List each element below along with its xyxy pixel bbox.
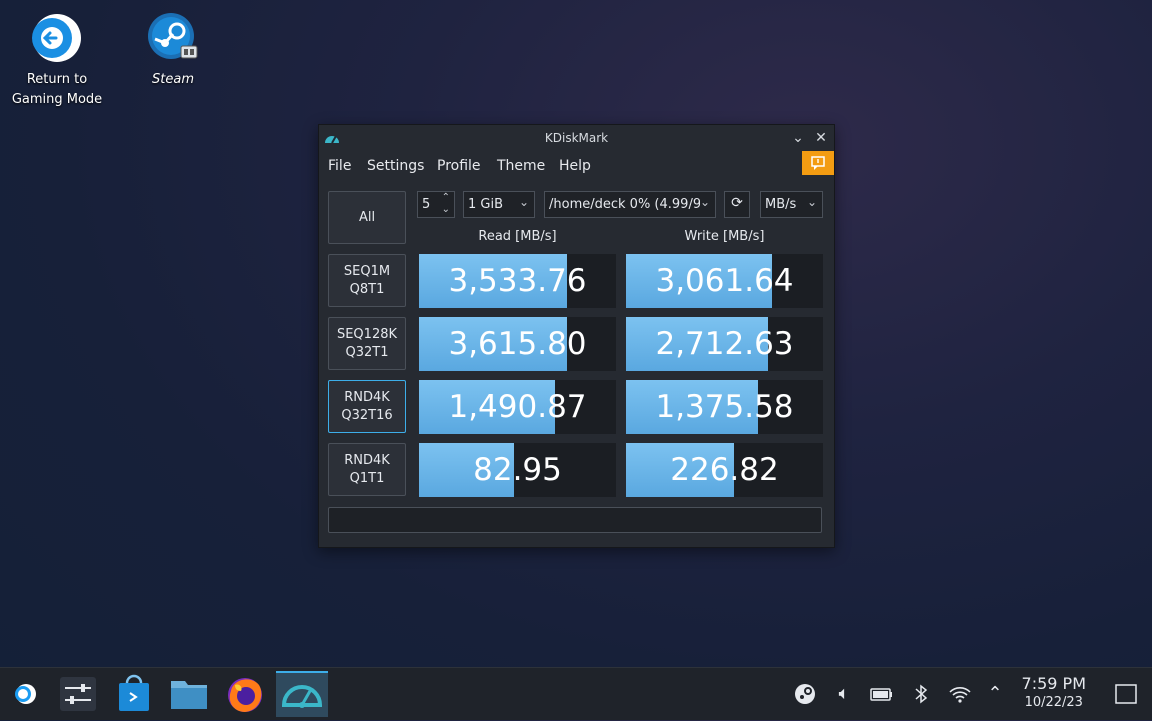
run-all-button[interactable]: All	[328, 191, 406, 244]
write-result-cell: 1,375.58	[626, 380, 823, 434]
launcher-button[interactable]	[2, 671, 50, 717]
wifi-icon[interactable]	[948, 682, 972, 706]
spin-arrows-icon[interactable]: ⌃ ⌄	[442, 192, 450, 216]
folder-icon	[171, 681, 207, 709]
unit-select[interactable]: MB/s ⌄	[760, 191, 823, 218]
task-firefox[interactable]	[221, 671, 269, 717]
return-gaming-icon	[31, 12, 83, 64]
chevron-down-icon: ⌄	[518, 195, 529, 209]
size-value: 1 GiB	[468, 197, 504, 212]
close-icon[interactable]: ✕	[811, 128, 831, 148]
menu-profile[interactable]: Profile	[437, 158, 481, 174]
write-result-cell: 226.82	[626, 443, 823, 497]
steam-icon	[147, 12, 199, 64]
write-result-value: 226.82	[670, 452, 779, 488]
kdiskmark-window: KDiskMark ⌄ ✕ File Settings Profile Them…	[318, 124, 835, 548]
status-bar	[328, 507, 822, 533]
task-discover[interactable]	[110, 671, 158, 717]
read-result-value: 3,615.80	[448, 326, 587, 362]
chevron-down-icon: ⌄	[699, 195, 710, 209]
menu-theme[interactable]: Theme	[497, 158, 545, 174]
task-system-settings[interactable]	[54, 671, 102, 717]
menu-help[interactable]: Help	[559, 158, 591, 174]
read-result-cell: 82.95	[419, 443, 616, 497]
write-result-value: 2,712.63	[655, 326, 794, 362]
write-column-header: Write [MB/s]	[684, 229, 765, 244]
write-result-cell: 2,712.63	[626, 317, 823, 371]
read-result-value: 82.95	[473, 452, 562, 488]
write-result-value: 1,375.58	[655, 389, 794, 425]
clock-date: 10/22/23	[1024, 695, 1083, 710]
target-select[interactable]: /home/deck 0% (4.99/91 ⌄	[544, 191, 716, 218]
battery-icon[interactable]	[870, 682, 894, 706]
desktop-icon-return-gaming[interactable]: Return to Gaming Mode	[2, 0, 112, 110]
settings-sliders-icon	[60, 677, 96, 711]
task-file-manager[interactable]	[165, 671, 213, 717]
test-button-seq1m-q8t1[interactable]: SEQ1M Q8T1	[328, 254, 406, 307]
read-result-cell: 3,615.80	[419, 317, 616, 371]
read-column-header: Read [MB/s]	[478, 229, 557, 244]
read-result-cell: 3,533.76	[419, 254, 616, 308]
tray-expand-chevron-icon[interactable]: ⌃	[983, 682, 1007, 706]
count-value: 5	[422, 197, 431, 212]
title-bar[interactable]: KDiskMark ⌄ ✕	[319, 125, 834, 151]
desktop-icon-steam[interactable]: Steam	[118, 0, 228, 90]
desktop-icon-label: Return to Gaming Mode	[11, 72, 103, 107]
clock[interactable]: 7:59 PM 10/22/23	[1022, 674, 1086, 712]
volume-icon[interactable]: 🔈︎	[832, 682, 856, 706]
bluetooth-icon[interactable]	[909, 682, 933, 706]
read-result-value: 1,490.87	[448, 389, 587, 425]
test-button-rnd4k-q32t16[interactable]: RND4K Q32T16	[328, 380, 406, 433]
chevron-down-icon: ⌄	[806, 195, 817, 209]
clock-time: 7:59 PM	[1021, 674, 1086, 693]
feedback-icon	[811, 156, 825, 170]
target-value: /home/deck 0% (4.99/91	[549, 197, 710, 212]
discover-store-icon	[119, 674, 149, 711]
steamdeck-launcher-icon	[15, 684, 36, 704]
refresh-icon: ⟳	[731, 195, 743, 211]
task-kdiskmark[interactable]	[276, 671, 328, 717]
firefox-icon	[228, 678, 262, 712]
show-desktop-icon[interactable]	[1114, 682, 1138, 706]
test-button-seq128k-q32t1[interactable]: SEQ128K Q32T1	[328, 317, 406, 370]
read-result-cell: 1,490.87	[419, 380, 616, 434]
minimize-chevron-icon[interactable]: ⌄	[788, 128, 808, 148]
test-button-rnd4k-q1t1[interactable]: RND4K Q1T1	[328, 443, 406, 496]
unit-value: MB/s	[765, 197, 797, 212]
taskbar: 🔈︎ ⌃ 7:59 PM 10/22/23	[0, 667, 1152, 720]
kdiskmark-icon	[281, 685, 323, 708]
steam-tray-icon[interactable]	[793, 682, 817, 706]
write-result-cell: 3,061.64	[626, 254, 823, 308]
desktop-icon-label: Steam	[152, 72, 194, 87]
size-select[interactable]: 1 GiB ⌄	[463, 191, 535, 218]
count-spinbox[interactable]: 5 ⌃ ⌄	[417, 191, 455, 218]
feedback-button[interactable]	[802, 151, 834, 175]
window-title: KDiskMark	[544, 131, 609, 145]
refresh-button[interactable]: ⟳	[724, 191, 750, 218]
write-result-value: 3,061.64	[655, 263, 794, 299]
menu-file[interactable]: File	[328, 158, 351, 174]
read-result-value: 3,533.76	[448, 263, 587, 299]
menu-bar: File Settings Profile Theme Help	[319, 151, 834, 181]
menu-settings[interactable]: Settings	[367, 158, 424, 174]
